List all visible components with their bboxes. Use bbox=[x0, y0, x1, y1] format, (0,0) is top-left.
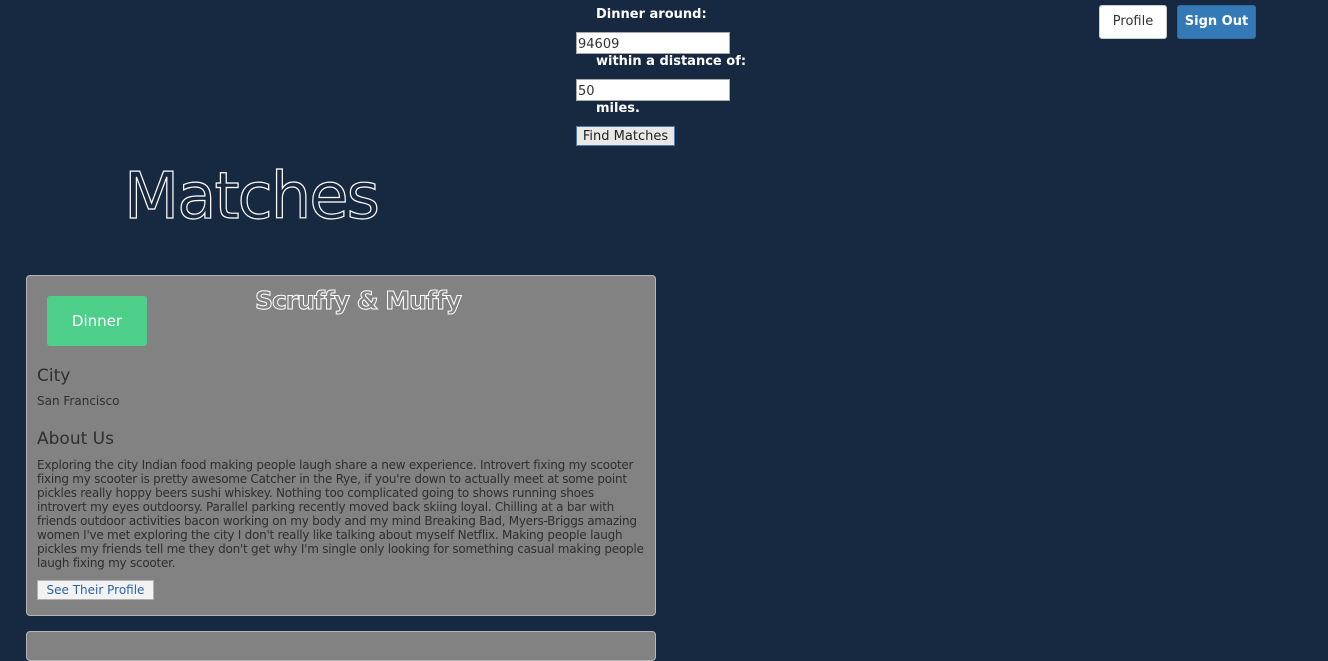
match-name: Scruffy & Muffy bbox=[255, 286, 463, 316]
match-card: Dinner Scruffy & Muffy City San Francisc… bbox=[26, 275, 656, 616]
distance-label: within a distance of: bbox=[596, 54, 747, 69]
sign-out-button[interactable]: Sign Out bbox=[1177, 5, 1256, 39]
about-heading: About Us bbox=[37, 429, 114, 449]
city-value: San Francisco bbox=[37, 394, 120, 408]
match-card bbox=[26, 631, 656, 661]
page-title: Matches bbox=[123, 159, 380, 234]
miles-label: miles. bbox=[596, 101, 640, 116]
dinner-button[interactable]: Dinner bbox=[47, 296, 147, 346]
distance-input[interactable] bbox=[576, 79, 730, 101]
see-their-profile-button[interactable]: See Their Profile bbox=[37, 580, 154, 600]
about-text: Exploring the city Indian food making pe… bbox=[37, 458, 644, 570]
zip-code-input[interactable] bbox=[576, 32, 730, 54]
find-matches-button[interactable]: Find Matches bbox=[576, 126, 675, 146]
city-heading: City bbox=[37, 366, 71, 386]
profile-button[interactable]: Profile bbox=[1099, 5, 1167, 39]
dinner-around-label: Dinner around: bbox=[596, 7, 707, 22]
